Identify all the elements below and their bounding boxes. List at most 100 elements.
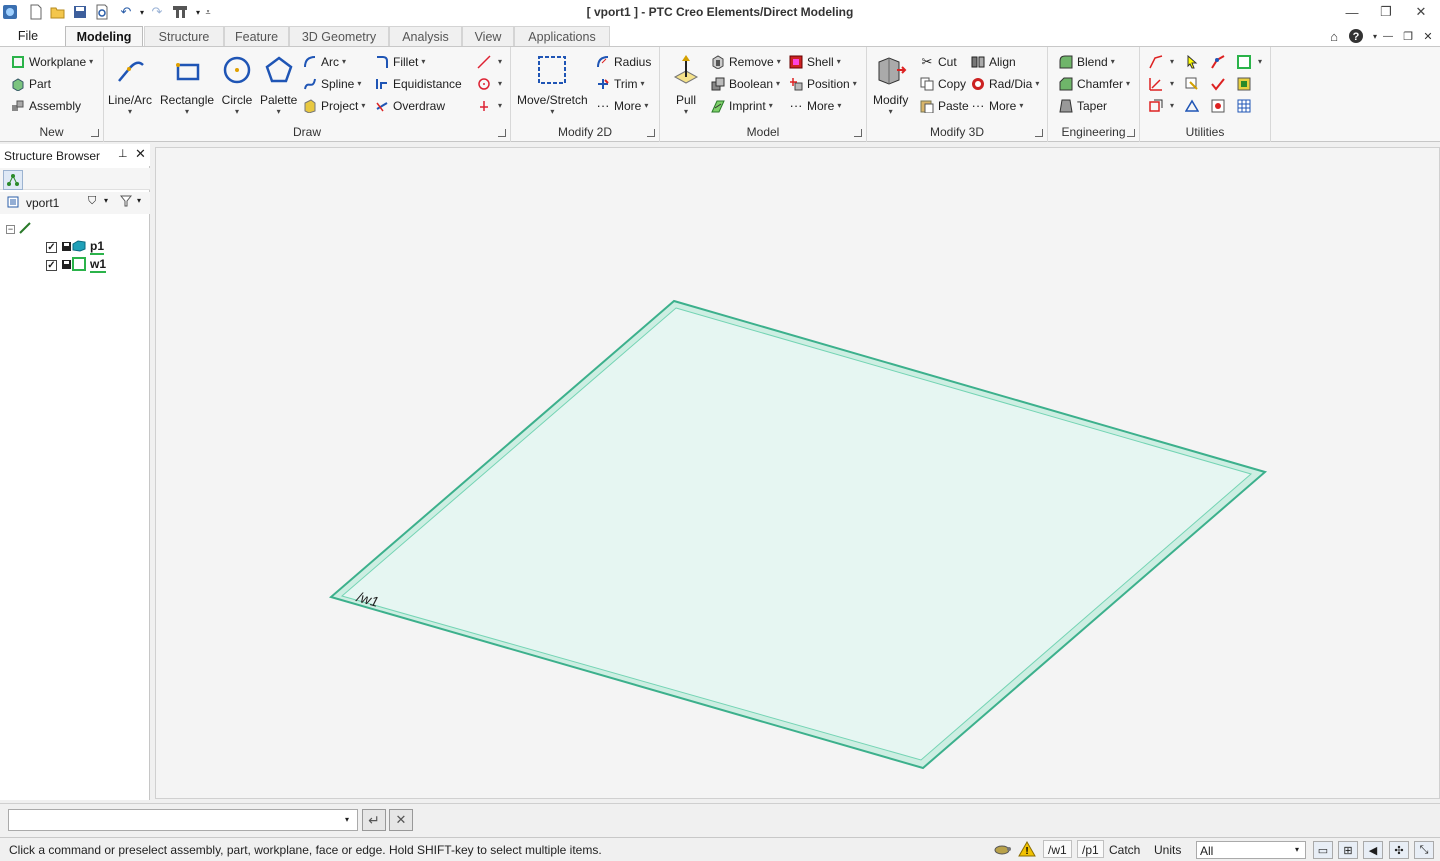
group-modify2d-launcher[interactable] — [647, 129, 655, 137]
construction-line-button[interactable]: ▾ — [476, 51, 502, 72]
tab-applications[interactable]: Applications — [514, 26, 610, 47]
measure-button[interactable]: ▾ — [1148, 51, 1174, 72]
rad-dia-button[interactable]: Rad/Dia ▾ — [970, 73, 1039, 94]
help-icon[interactable]: ? — [1347, 27, 1365, 45]
group-model-launcher[interactable] — [854, 129, 862, 137]
move-stretch-button[interactable]: Move/Stretch ▾ — [517, 53, 588, 116]
doc-close-icon[interactable]: ✕ — [1419, 27, 1437, 45]
tab-feature[interactable]: Feature — [224, 26, 289, 47]
selection-filter-select[interactable]: All ▾ — [1196, 841, 1306, 859]
remove-button[interactable]: Remove ▾ — [710, 51, 781, 72]
filter-dropdown-icon[interactable]: ▾ — [137, 196, 141, 205]
catch-button[interactable]: Catch — [1109, 841, 1140, 859]
project-button[interactable]: Project ▾ — [302, 95, 365, 116]
more-2d-button[interactable]: ··· More ▾ — [595, 95, 649, 116]
workplane-face[interactable] — [340, 307, 1253, 761]
group-draw-launcher[interactable] — [498, 129, 506, 137]
fit-view-icon[interactable]: ⊞ — [1338, 841, 1358, 859]
tree-item-p1[interactable]: ✓ p1 — [46, 238, 146, 256]
part-indicator[interactable]: /p1 — [1077, 840, 1104, 858]
cancel-command-button[interactable]: ✕ — [389, 809, 413, 831]
expand-view-icon[interactable]: ✣ — [1389, 841, 1409, 859]
w1-visibility-checkbox[interactable]: ✓ — [46, 259, 57, 271]
pull-button[interactable]: Pull ▾ — [669, 53, 703, 116]
tab-file[interactable]: File — [6, 26, 50, 47]
boolean-button[interactable]: Boolean ▾ — [710, 73, 780, 94]
tab-structure[interactable]: Structure — [144, 26, 224, 47]
warning-icon[interactable]: ! — [1018, 840, 1036, 860]
viewport-layout-icon[interactable]: ▭ — [1313, 841, 1333, 859]
palette-button[interactable]: Palette ▾ — [260, 53, 297, 116]
turtle-icon[interactable] — [993, 841, 1011, 860]
equidistance-button[interactable]: Equidistance — [374, 73, 462, 94]
shell-button[interactable]: Shell ▾ — [788, 51, 841, 72]
tree-view-icon[interactable] — [3, 170, 23, 190]
tree-root-node[interactable]: − — [6, 220, 146, 238]
align-button[interactable]: Align — [970, 51, 1016, 72]
modify-button[interactable]: Modify ▾ — [873, 53, 908, 116]
color-tool-button[interactable] — [1210, 51, 1229, 72]
check-tool-button[interactable] — [1210, 73, 1229, 94]
dimension-button[interactable]: ▾ — [1148, 73, 1174, 94]
tab-3d-geometry[interactable]: 3D Geometry — [289, 26, 389, 47]
p1-visibility-checkbox[interactable]: ✓ — [46, 241, 57, 253]
cut-button[interactable]: ✂ Cut — [919, 51, 957, 72]
taper-button[interactable]: Taper — [1058, 95, 1107, 116]
more-model-button[interactable]: ··· More ▾ — [788, 95, 842, 116]
part-button[interactable]: Part — [10, 73, 51, 94]
group-new-launcher[interactable] — [91, 129, 99, 137]
graphics-viewport[interactable]: /w1 — [155, 147, 1440, 799]
panel-close-icon[interactable]: ✕ — [135, 146, 146, 162]
tab-analysis[interactable]: Analysis — [389, 26, 462, 47]
command-input[interactable]: ▾ — [8, 809, 358, 831]
assembly-button[interactable]: Assembly — [10, 95, 81, 116]
minimize-button[interactable]: — — [1337, 2, 1367, 22]
collapse-icon[interactable]: − — [6, 224, 15, 234]
pin-icon[interactable]: ⊥ — [118, 147, 128, 160]
report-tool-button[interactable] — [1210, 95, 1229, 116]
workplane-button[interactable]: Workplane ▾ — [10, 51, 93, 72]
blend-button[interactable]: Blend ▾ — [1058, 51, 1115, 72]
spline-button[interactable]: Spline ▾ — [302, 73, 361, 94]
more-3d-button[interactable]: ··· More ▾ — [970, 95, 1024, 116]
minimize-ribbon-icon[interactable]: ⌂ — [1325, 27, 1343, 45]
tab-view[interactable]: View — [462, 26, 514, 47]
search-dropdown-icon[interactable]: ▾ — [104, 196, 108, 205]
copy-button[interactable]: Copy — [919, 73, 966, 94]
tree-item-w1[interactable]: ✓ w1 — [46, 256, 146, 274]
chamfer-button[interactable]: Chamfer ▾ — [1058, 73, 1130, 94]
tab-modeling[interactable]: Modeling — [65, 26, 143, 48]
units-button[interactable]: Units — [1154, 841, 1181, 859]
group-engineering-launcher[interactable] — [1127, 129, 1135, 137]
arc-button[interactable]: Arc ▾ — [302, 51, 346, 72]
position-button[interactable]: Position ▾ — [788, 73, 857, 94]
root-name[interactable]: vport1 — [26, 196, 59, 210]
trim-button[interactable]: Trim ▾ — [595, 73, 645, 94]
line-arc-button[interactable]: Line/Arc ▾ — [108, 53, 152, 116]
display-mode-button[interactable]: ▾ — [1236, 51, 1262, 72]
overdraw-button[interactable]: Overdraw — [374, 95, 445, 116]
previous-view-icon[interactable]: ◀ — [1363, 841, 1383, 859]
filter-select-dropdown-icon[interactable]: ▾ — [1295, 845, 1299, 854]
restore-button[interactable]: ❐ — [1371, 2, 1401, 22]
enter-command-button[interactable]: ↵ — [362, 809, 386, 831]
fillet-2d-button[interactable]: Fillet ▾ — [374, 51, 425, 72]
select-tool-button[interactable] — [1184, 51, 1203, 72]
section-button[interactable]: ▾ — [1148, 95, 1174, 116]
maximize-view-icon[interactable]: ⤡ — [1414, 841, 1434, 859]
imprint-button[interactable]: Imprint ▾ — [710, 95, 773, 116]
layers-button[interactable] — [1236, 73, 1255, 94]
rectangle-button[interactable]: Rectangle ▾ — [160, 53, 214, 116]
doc-restore-icon[interactable]: ❐ — [1399, 27, 1417, 45]
group-modify3d-launcher[interactable] — [1035, 129, 1043, 137]
workplane-indicator[interactable]: /w1 — [1043, 840, 1072, 858]
construction-circle-button[interactable]: ▾ — [476, 73, 502, 94]
doc-minimize-icon[interactable]: — — [1379, 27, 1397, 45]
table-tool-button[interactable] — [1236, 95, 1255, 116]
filter-icon[interactable] — [119, 195, 133, 210]
radius-button[interactable]: Radius — [595, 51, 651, 72]
command-dropdown-icon[interactable]: ▾ — [345, 815, 349, 824]
close-button[interactable]: ✕ — [1406, 2, 1436, 22]
zoom-box-button[interactable] — [1184, 73, 1203, 94]
circle-button[interactable]: Circle ▾ — [220, 53, 254, 116]
